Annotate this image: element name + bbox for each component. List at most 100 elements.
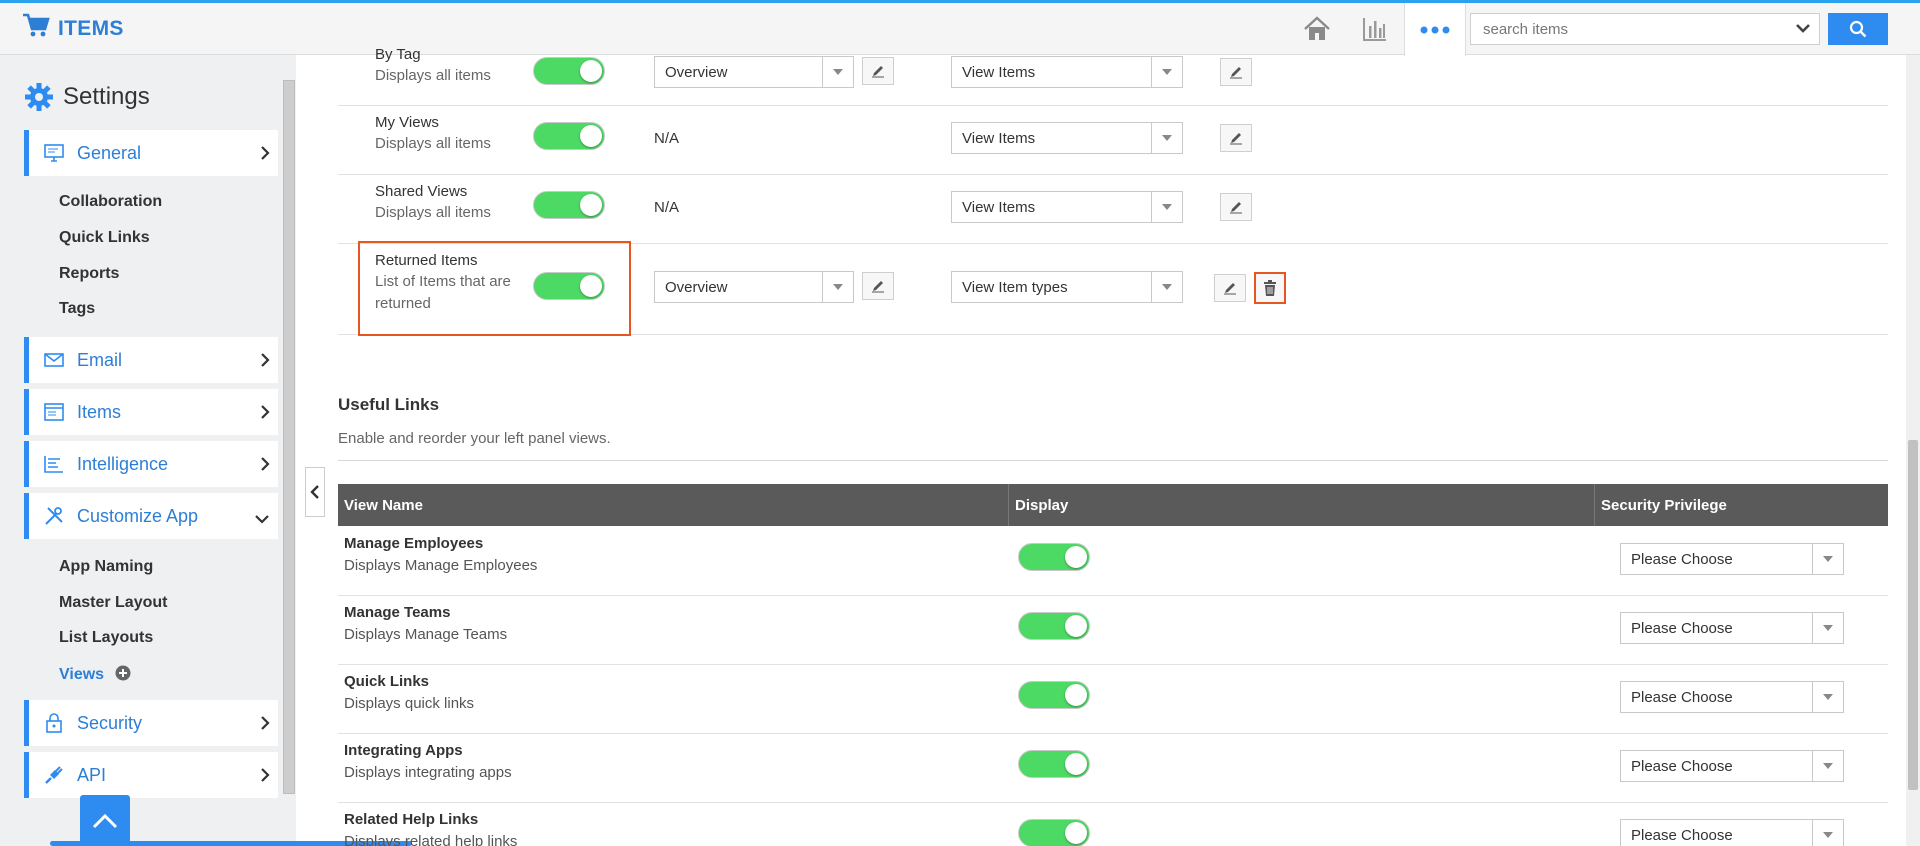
- chevron-right-icon: [260, 352, 270, 373]
- edit-privilege-button[interactable]: [1214, 274, 1246, 302]
- view-description: Displays all items: [375, 135, 491, 152]
- sidebar-sub-views[interactable]: Views: [59, 665, 131, 686]
- add-circle-icon[interactable]: [115, 665, 131, 686]
- caret-down-icon: [1151, 192, 1182, 222]
- link-title: Related Help Links: [344, 811, 479, 828]
- trash-icon: [1264, 280, 1276, 296]
- sidebar-sub-collaboration[interactable]: Collaboration: [59, 193, 162, 211]
- link-title: Integrating Apps: [344, 742, 463, 759]
- collapse-sidebar-button[interactable]: [305, 467, 325, 517]
- gear-icon: [25, 83, 53, 111]
- sidebar-sub-reports[interactable]: Reports: [59, 265, 119, 283]
- sidebar-sub-master-layout[interactable]: Master Layout: [59, 594, 167, 612]
- divider: [1008, 484, 1009, 526]
- section-title: Useful Links: [338, 395, 440, 414]
- sidebar-scrollbar[interactable]: [283, 80, 295, 794]
- privilege-select[interactable]: Please Choose: [1620, 750, 1844, 782]
- caret-down-icon: [1812, 820, 1843, 846]
- table-row: Manage Employees Displays Manage Employe…: [338, 527, 1888, 596]
- edit-privilege-button[interactable]: [1220, 124, 1252, 152]
- link-description: Displays Manage Teams: [344, 626, 508, 643]
- sidebar-sub-list-layouts[interactable]: List Layouts: [59, 629, 153, 647]
- link-title: Manage Employees: [344, 535, 484, 552]
- search-dropdown-button[interactable]: [1786, 13, 1820, 45]
- privilege-select[interactable]: View Items: [951, 122, 1183, 154]
- section-description: Enable and reorder your left panel views…: [338, 430, 611, 447]
- sidebar-sub-tags[interactable]: Tags: [59, 300, 95, 318]
- monitor-icon: [43, 142, 65, 164]
- edit-layout-button[interactable]: [862, 272, 894, 300]
- sidebar-item-api[interactable]: API: [24, 752, 278, 798]
- chevron-right-icon: [260, 715, 270, 736]
- bar-list-icon: [43, 453, 65, 475]
- brand[interactable]: ITEMS: [22, 13, 124, 44]
- display-toggle[interactable]: [533, 122, 605, 150]
- display-toggle[interactable]: [1018, 819, 1090, 846]
- layout-select[interactable]: Overview: [654, 271, 854, 303]
- column-header: View Name: [344, 496, 423, 514]
- privilege-select[interactable]: Please Choose: [1620, 543, 1844, 575]
- privilege-select[interactable]: View Items: [951, 191, 1183, 223]
- caret-down-icon: [1812, 682, 1843, 712]
- sidebar-item-general[interactable]: General: [24, 130, 278, 176]
- edit-layout-button[interactable]: [862, 57, 894, 85]
- scroll-up-button[interactable]: [80, 795, 130, 846]
- tools-icon: [43, 505, 65, 527]
- caret-down-icon: [1812, 544, 1843, 574]
- display-toggle[interactable]: [1018, 612, 1090, 640]
- sidebar-item-security[interactable]: Security: [24, 700, 278, 746]
- pencil-icon: [1230, 67, 1242, 79]
- pencil-icon: [872, 66, 884, 78]
- view-title: Shared Views: [375, 183, 468, 200]
- layout-select[interactable]: Overview: [654, 56, 854, 88]
- sidebar-item-label: API: [77, 764, 107, 785]
- privilege-select[interactable]: Please Choose: [1620, 819, 1844, 846]
- sidebar-item-label: Items: [77, 401, 122, 422]
- display-toggle[interactable]: [533, 191, 605, 219]
- chevron-left-icon: [310, 485, 319, 499]
- layout-value: N/A: [654, 130, 680, 147]
- search-field: [1470, 13, 1788, 45]
- caret-down-icon: [1151, 123, 1182, 153]
- sidebar-item-label: Security: [77, 712, 143, 733]
- chevron-right-icon: [260, 404, 270, 425]
- sidebar-item-intelligence[interactable]: Intelligence: [24, 441, 278, 487]
- edit-privilege-button[interactable]: [1220, 193, 1252, 221]
- cart-icon: [22, 13, 50, 44]
- view-title: By Tag: [375, 46, 421, 63]
- main-scrollbar-thumb[interactable]: [1908, 440, 1918, 790]
- privilege-select[interactable]: Please Choose: [1620, 612, 1844, 644]
- view-description: Displays all items: [375, 204, 491, 221]
- display-toggle[interactable]: [1018, 750, 1090, 778]
- table-row: Integrating Apps Displays integrating ap…: [338, 734, 1888, 803]
- sidebar-item-label: General: [77, 142, 142, 163]
- caret-down-icon: [1812, 751, 1843, 781]
- sidebar-sub-app-naming[interactable]: App Naming: [59, 558, 153, 576]
- chevron-right-icon: [260, 456, 270, 477]
- display-toggle[interactable]: [1018, 681, 1090, 709]
- pencil-icon: [1224, 283, 1236, 295]
- list-window-icon: [43, 401, 65, 423]
- search-input[interactable]: [1471, 14, 1787, 44]
- sidebar-item-customize-app[interactable]: Customize App: [24, 493, 278, 539]
- sidebar-item-email[interactable]: Email: [24, 337, 278, 383]
- lock-icon: [43, 712, 65, 734]
- privilege-select[interactable]: View Item types: [951, 271, 1183, 303]
- divider: [338, 460, 1888, 461]
- more-icon[interactable]: [1404, 3, 1466, 56]
- delete-view-button[interactable]: [1254, 272, 1286, 304]
- privilege-select[interactable]: Please Choose: [1620, 681, 1844, 713]
- edit-privilege-button[interactable]: [1220, 58, 1252, 86]
- display-toggle[interactable]: [533, 57, 605, 85]
- home-icon[interactable]: [1300, 3, 1334, 55]
- search-icon: [1849, 20, 1867, 38]
- privilege-select[interactable]: View Items: [951, 56, 1183, 88]
- display-toggle[interactable]: [1018, 543, 1090, 571]
- column-header: Display: [1015, 496, 1069, 514]
- search-button[interactable]: [1828, 13, 1888, 45]
- chart-icon[interactable]: [1360, 3, 1390, 55]
- sidebar-item-items[interactable]: Items: [24, 389, 278, 435]
- sidebar-sub-quick-links[interactable]: Quick Links: [59, 229, 150, 247]
- highlight-box: [358, 241, 631, 336]
- sidebar-item-label: Customize App: [77, 505, 199, 526]
